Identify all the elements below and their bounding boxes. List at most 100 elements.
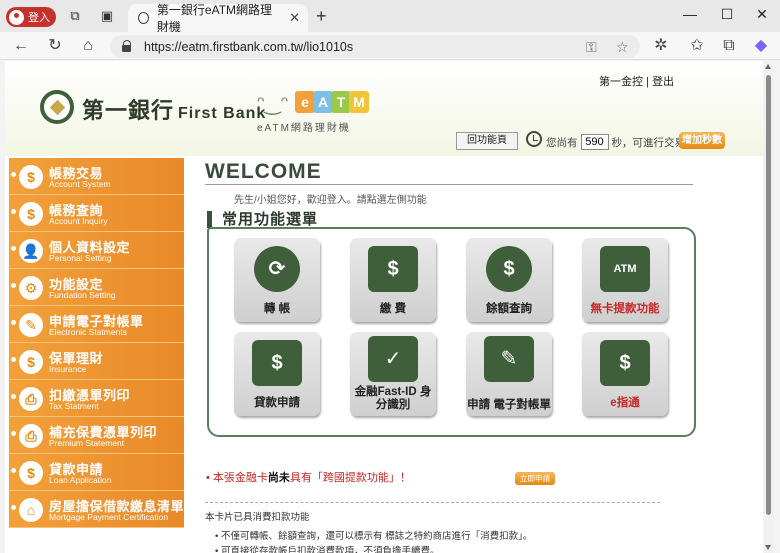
sidebar-item-sublabel: Tax Statment	[49, 401, 99, 411]
eatm-letter: A	[313, 91, 333, 113]
extensions-icon[interactable]: ✲	[652, 37, 670, 55]
lock-icon[interactable]	[122, 40, 132, 52]
bullet-icon	[11, 209, 16, 214]
back-arrow-icon[interactable]: ←	[12, 37, 30, 55]
timer-prefix: 您尚有	[546, 136, 578, 149]
welcome-heading: WELCOME	[205, 160, 322, 183]
key-icon[interactable]: ⚿	[586, 39, 597, 56]
bullet-icon	[11, 320, 16, 325]
piggy-bank-icon: $	[486, 246, 532, 292]
bullet-icon	[11, 431, 16, 436]
close-window-button[interactable]: ✕	[752, 6, 772, 23]
sidebar-item-account-inquiry[interactable]: $ 帳務查詢 Account Inquiry	[9, 195, 184, 232]
sidebar-item-mortgage-certification[interactable]: ⌂ 房屋擔保借款繳息清單 Mortgage Payment Certificat…	[9, 491, 184, 528]
sidebar-item-insurance[interactable]: $ 保單理財 Insurance	[9, 343, 184, 380]
phone-pay-icon: $	[600, 340, 650, 386]
tile-e-statement[interactable]: ✎ 申請 電子對帳單	[466, 332, 552, 416]
gear-icon: ⚙	[19, 276, 43, 300]
navigation-bar: ← ↻ ⌂ https://eatm.firstbank.com.tw/lio1…	[0, 32, 780, 60]
apply-now-button[interactable]: 立即申請	[515, 472, 555, 485]
dollar-icon: $	[19, 165, 43, 189]
sidebar-item-tax-statement[interactable]: ⎙ 扣繳憑單列印 Tax Statment	[9, 380, 184, 417]
tile-label: 貸款申請	[254, 397, 300, 409]
favorites-icon[interactable]: ✩	[688, 37, 706, 55]
address-bar[interactable]: https://eatm.firstbank.com.tw/lio1010s ⚿…	[110, 35, 640, 58]
tile-bill-payment[interactable]: $ 繳 費	[350, 238, 436, 322]
session-timer: 您尚有 590 秒，可進行交易	[546, 134, 685, 150]
tile-label: 繳 費	[379, 303, 407, 315]
sidebar-item-account-system[interactable]: $ 帳務交易 Account System	[9, 158, 184, 195]
transfer-icon: ⟳	[254, 246, 300, 292]
collections-icon[interactable]: ⧉	[720, 37, 738, 55]
tile-fast-id[interactable]: ✓ 金融Fast-ID 身分識別	[350, 332, 436, 416]
brand-name: 第一銀行 First Bank	[82, 93, 266, 125]
scroll-down-arrow-icon[interactable]	[765, 545, 771, 550]
tile-transfer[interactable]: ⟳ 轉 帳	[234, 238, 320, 322]
maximize-button[interactable]: ☐	[717, 6, 737, 23]
tile-cardless-withdrawal[interactable]: ATM 無卡提款功能	[582, 238, 668, 322]
favorite-star-icon[interactable]: ☆	[616, 39, 629, 56]
printer-icon: ⎙	[19, 387, 43, 411]
home-icon[interactable]: ⌂	[79, 37, 97, 55]
insurance-icon: $	[19, 350, 43, 374]
profile-label: 登入	[28, 12, 50, 24]
sidebar-item-sublabel: Fundation Setting	[49, 290, 116, 300]
clock-icon	[526, 131, 542, 147]
sidebar-item-loan-application[interactable]: $ 貸款申請 Loan Application	[9, 454, 184, 491]
tile-loan-application[interactable]: $ 貸款申請	[234, 332, 320, 416]
tab-actions-icon[interactable]: ▣	[100, 9, 114, 23]
sidebar-item-function-setting[interactable]: ⚙ 功能設定 Fundation Setting	[9, 269, 184, 306]
statement-icon: ✎	[19, 313, 43, 337]
bullet-icon	[11, 357, 16, 362]
person-icon: 👤	[19, 239, 43, 263]
sidebar-item-sublabel: Electronic Statments	[49, 327, 127, 337]
browser-window: 登入 ⧉ ▣ 第一銀行eATM網路理財機 ✕ + — ☐ ✕ ← ↻ ⌂ htt…	[0, 0, 780, 553]
tile-label: 餘額查詢	[486, 303, 532, 315]
tile-label: 無卡提款功能	[590, 303, 660, 315]
sidebar-item-sublabel: Mortgage Payment Certification	[49, 512, 169, 522]
extend-time-button[interactable]: 增加秒數	[679, 132, 725, 149]
scrollbar-thumb[interactable]	[766, 75, 771, 515]
house-icon: ⌂	[19, 498, 43, 522]
scroll-up-arrow-icon[interactable]	[765, 64, 771, 69]
e-statement-icon: ✎	[484, 336, 534, 382]
sidebar-item-electronic-statements[interactable]: ✎ 申請電子對帳單 Electronic Statments	[9, 306, 184, 343]
profile-button[interactable]: 登入	[6, 7, 56, 27]
tile-balance-inquiry[interactable]: $ 餘額查詢	[466, 238, 552, 322]
eatm-subtitle: eATM網路理財機	[257, 123, 351, 134]
tab-close-icon[interactable]: ✕	[289, 10, 300, 26]
debit-feature-title: 本卡片已具消費扣款功能	[205, 512, 310, 523]
section-title: 常用功能選單	[207, 211, 318, 228]
dashed-divider	[205, 502, 660, 503]
eatm-logo: ᵔ‿ᵔ e A T M eATM網路理財機	[257, 87, 369, 135]
sidebar-item-premium-statement[interactable]: ⎙ 補充保費憑單列印 Premium Statement	[9, 417, 184, 454]
copilot-icon[interactable]: ◆	[752, 37, 770, 55]
inquiry-icon: $	[19, 202, 43, 226]
page-scrollbar[interactable]	[763, 61, 774, 553]
minimize-button[interactable]: —	[680, 6, 700, 22]
refresh-icon[interactable]: ↻	[46, 37, 64, 55]
new-tab-button[interactable]: +	[316, 6, 327, 27]
bullet-icon	[11, 468, 16, 473]
sidebar-item-sublabel: Personal Setting	[49, 253, 112, 263]
tab-title: 第一銀行eATM網路理財機	[156, 3, 273, 34]
divider	[205, 184, 693, 185]
tile-e-finger-pay[interactable]: $ e指通	[582, 332, 668, 416]
atm-icon: ATM	[600, 246, 650, 292]
printer-icon: ⎙	[19, 424, 43, 448]
globe-icon	[138, 12, 149, 24]
top-links[interactable]: 第一金控 | 登出	[599, 73, 674, 89]
bullet-icon	[11, 283, 16, 288]
eatm-letter: M	[349, 91, 369, 113]
tab-active[interactable]: 第一銀行eATM網路理財機 ✕	[128, 3, 308, 34]
back-to-menu-button[interactable]: 回功能頁	[456, 132, 518, 150]
sidebar-item-personal-setting[interactable]: 👤 個人資料設定 Personal Setting	[9, 232, 184, 269]
sidebar-item-sublabel: Premium Statement	[49, 438, 125, 448]
workspaces-icon[interactable]: ⧉	[68, 9, 82, 23]
cross-border-notice: • 本張金融卡尚未具有「跨國提款功能」！	[206, 469, 411, 485]
brand-zh: 第一銀行	[82, 98, 175, 123]
url-text[interactable]: https://eatm.firstbank.com.tw/lio1010s	[144, 40, 353, 54]
sidebar-item-sublabel: Insurance	[49, 364, 87, 374]
tile-label: 轉 帳	[263, 303, 291, 315]
tile-label: e指通	[610, 397, 640, 409]
